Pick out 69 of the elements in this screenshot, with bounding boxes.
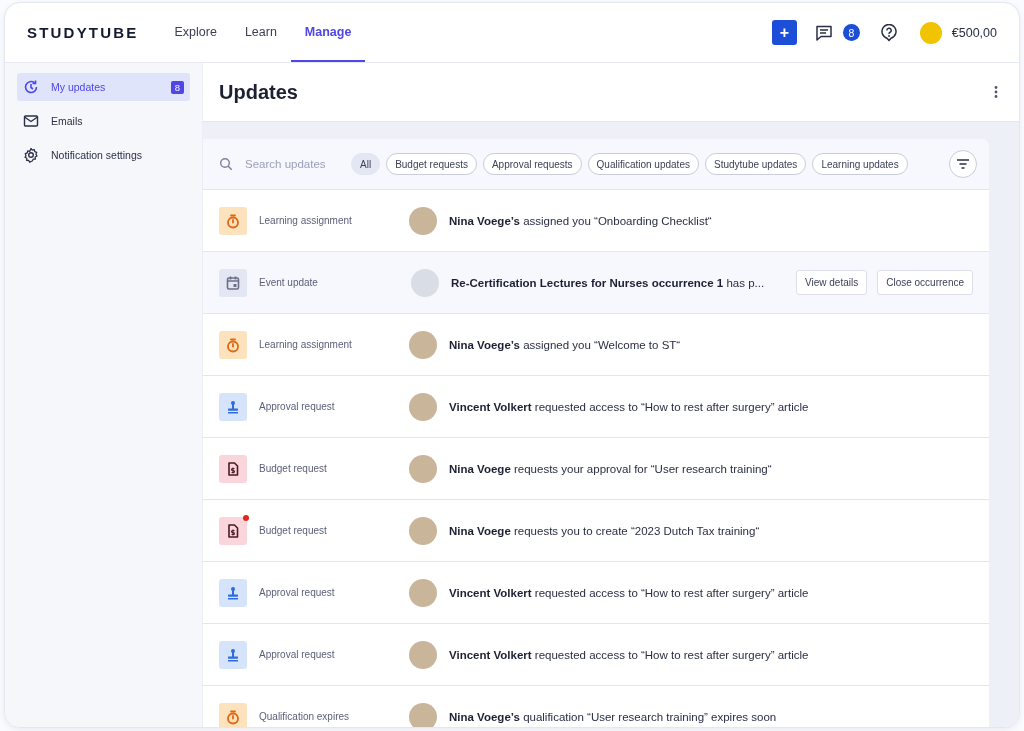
filter-chip[interactable]: Studytube updates	[704, 153, 807, 175]
update-row[interactable]: Event update Re-Certification Lectures for Nurses occurrence 1 has p... View details Close occurrence	[203, 251, 989, 313]
history-icon	[23, 79, 39, 95]
invoice-icon	[225, 522, 241, 539]
stamp-icon	[225, 398, 241, 415]
update-message: Nina Voege’s assigned you “Onboarding Checklist“	[449, 214, 713, 227]
calendar-icon	[225, 274, 241, 291]
search-field[interactable]: Search updates	[243, 157, 339, 171]
logo[interactable]: STUDYTUBE	[27, 24, 139, 41]
sidebar-item[interactable]: Notification settings	[17, 141, 190, 169]
update-type: Qualification expires	[259, 711, 351, 722]
avatar	[411, 268, 439, 297]
stopwatch-icon	[225, 708, 241, 725]
mail-icon	[23, 113, 39, 129]
update-type: Learning assignment	[259, 215, 353, 226]
help-icon[interactable]	[879, 23, 898, 42]
update-message: Re-Certification Lectures for Nurses occurrence 1 has p...	[451, 276, 766, 289]
update-message: Nina Voege’s assigned you “Welcome to ST“	[449, 338, 682, 351]
update-type: Budget request	[259, 463, 328, 474]
invoice-icon	[225, 460, 241, 477]
sidebar-label: My updates	[51, 81, 107, 93]
update-message: Vincent Volkert requested access to “How to rest after surgery” article	[449, 648, 810, 661]
update-type: Approval request	[259, 587, 336, 598]
action-button[interactable]: Close occurrence	[877, 270, 973, 295]
settings-icon	[23, 147, 39, 163]
stopwatch-icon	[225, 212, 241, 229]
filter-chip[interactable]: Qualification updates	[587, 153, 699, 175]
nav-tab[interactable]: Learn	[230, 3, 291, 62]
filter-chip[interactable]: Approval requests	[482, 153, 582, 175]
notification-badge: 8	[842, 24, 860, 41]
count-badge: 8	[170, 80, 184, 94]
balance-text: €500,00	[951, 25, 997, 40]
sidebar-item[interactable]: My updates 8	[17, 73, 190, 101]
avatar	[409, 206, 437, 235]
action-button[interactable]: View details	[796, 270, 868, 295]
avatar	[409, 640, 437, 669]
update-type: Learning assignment	[259, 339, 353, 350]
update-message: Nina Voege’s qualification “User research training” expires soon	[449, 710, 778, 723]
avatar	[409, 330, 437, 359]
update-type: Budget request	[259, 525, 328, 536]
nav-tab[interactable]: Explore	[160, 3, 231, 62]
stopwatch-icon	[225, 336, 241, 353]
update-message: Vincent Volkert requested access to “How to rest after surgery” article	[449, 586, 810, 599]
stamp-icon	[225, 646, 241, 663]
search-icon	[219, 157, 233, 171]
filter-button[interactable]	[949, 150, 977, 178]
update-row[interactable]: Qualification expires Nina Voege’s qualification “User research training” expires soon	[203, 685, 989, 727]
filter-chip[interactable]: All	[351, 153, 381, 175]
update-message: Nina Voege requests you to create “2023 Dutch Tax training“	[449, 524, 761, 537]
sidebar-label: Emails	[51, 115, 84, 127]
sidebar-item[interactable]: Emails	[17, 107, 190, 135]
chat-icon[interactable]	[814, 23, 833, 42]
filter-chip[interactable]: Budget requests	[386, 153, 477, 175]
update-type: Approval request	[259, 401, 336, 412]
avatar	[409, 454, 437, 483]
sidebar-label: Notification settings	[51, 149, 144, 161]
filter-chip[interactable]: Learning updates	[812, 153, 908, 175]
update-message: Vincent Volkert requested access to “How to rest after surgery” article	[449, 400, 810, 413]
avatar	[409, 516, 437, 545]
filter-icon	[956, 158, 970, 170]
add-button[interactable]: +	[771, 20, 797, 45]
update-type: Approval request	[259, 649, 336, 660]
avatar	[409, 702, 437, 727]
update-message: Nina Voege requests your approval for “User research training“	[449, 462, 773, 475]
page-title: Updates	[219, 80, 299, 104]
avatar	[409, 578, 437, 607]
update-type: Event update	[259, 277, 319, 288]
avatar	[409, 392, 437, 421]
stamp-icon	[225, 584, 241, 601]
